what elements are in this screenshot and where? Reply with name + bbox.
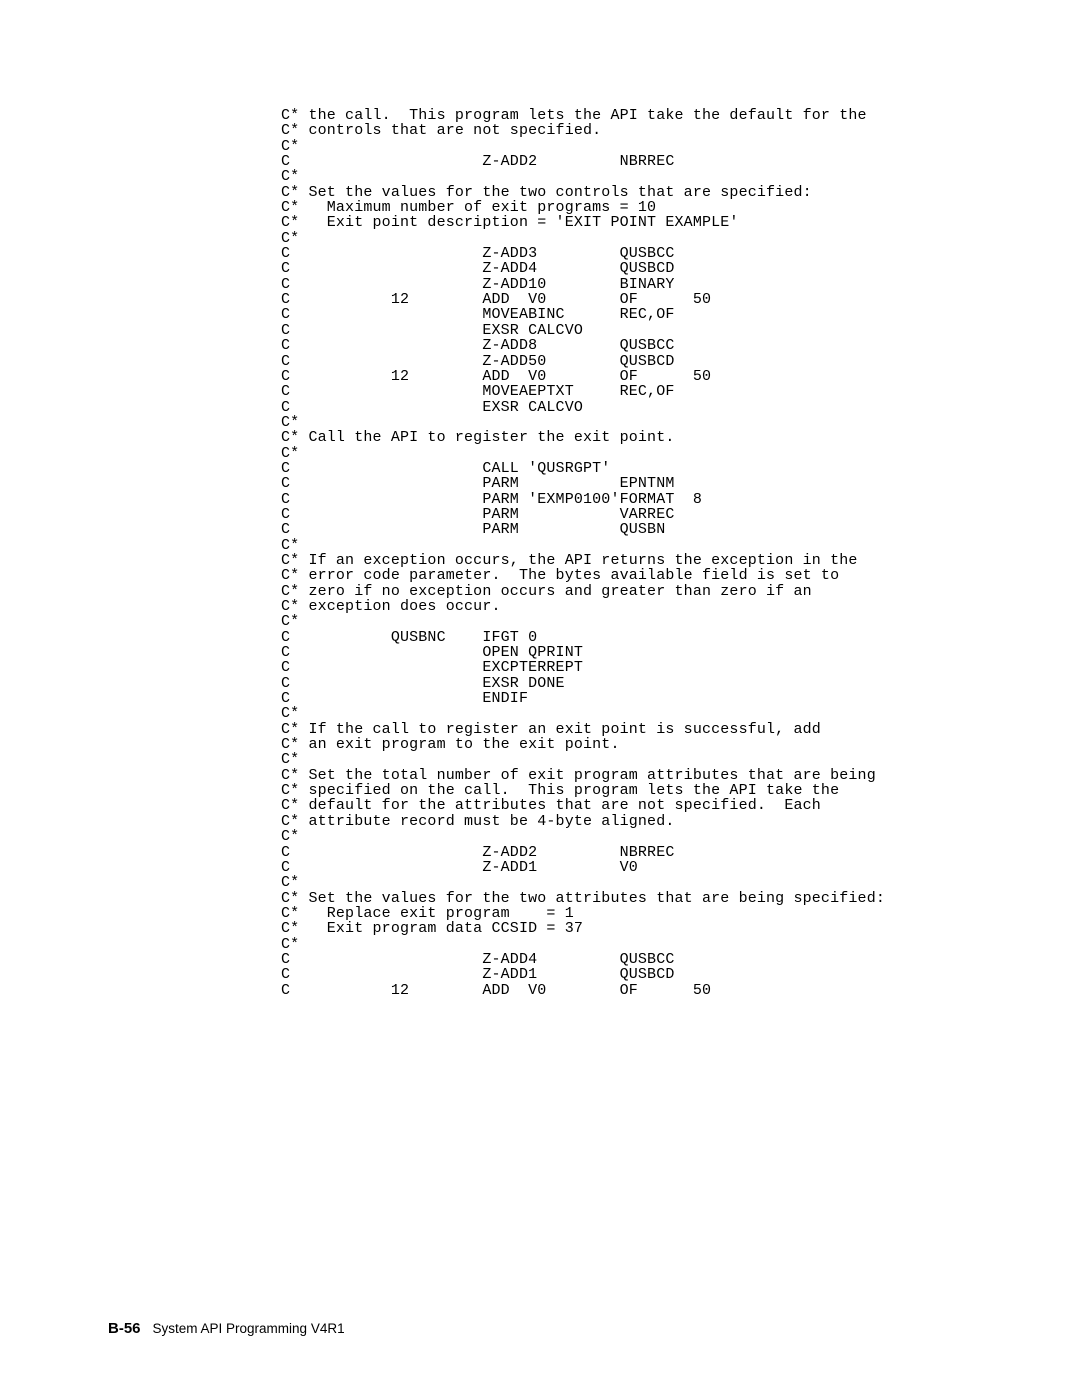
footer-title: System API Programming V4R1 [153,1321,345,1336]
page-number: B-56 [108,1320,141,1337]
page-footer: B-56 System API Programming V4R1 [108,1320,345,1337]
rpg-code-listing: C* the call. This program lets the API t… [281,108,885,998]
